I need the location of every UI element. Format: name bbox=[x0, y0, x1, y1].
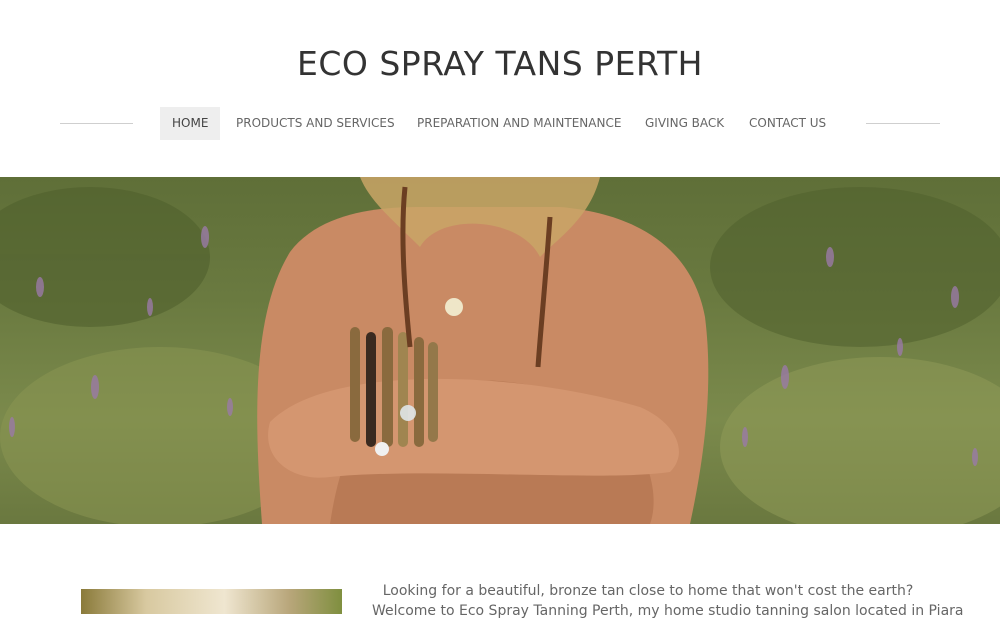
nav-item-products-and-services[interactable]: PRODUCTS AND SERVICES bbox=[236, 107, 395, 140]
main-navigation: HOME PRODUCTS AND SERVICES PREPARATION A… bbox=[0, 107, 1000, 140]
intro-line-1: Looking for a beautiful, bronze tan clos… bbox=[382, 583, 914, 599]
nav-item-preparation-and-maintenance[interactable]: PREPARATION AND MAINTENANCE bbox=[417, 107, 621, 140]
nav-divider-right bbox=[866, 123, 940, 124]
hero-illustration bbox=[0, 177, 1000, 524]
site-title: ECO SPRAY TANS PERTH bbox=[297, 44, 703, 83]
nav-item-giving-back[interactable]: GIVING BACK bbox=[645, 107, 724, 140]
nav-item-home[interactable]: HOME bbox=[160, 107, 221, 140]
hero-photo bbox=[0, 177, 1000, 524]
nav-divider-left bbox=[60, 123, 133, 124]
intro-line-2: Welcome to Eco Spray Tanning Perth, my h… bbox=[372, 603, 964, 619]
content-thumbnail-image bbox=[81, 589, 342, 614]
intro-text: Looking for a beautiful, bronze tan clos… bbox=[372, 581, 964, 621]
nav-item-contact-us[interactable]: CONTACT US bbox=[749, 107, 826, 140]
